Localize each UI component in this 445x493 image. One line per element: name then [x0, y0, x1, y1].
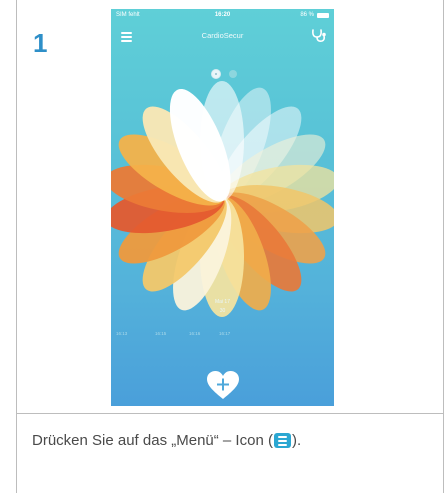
caption-text-after: ). [291, 432, 302, 449]
step-number: 1 [33, 28, 48, 58]
timeline-time[interactable]: 16:13 [116, 331, 127, 336]
menu-icon [273, 433, 291, 448]
caption-text-before: Drücken Sie auf das „Menü“ – Icon ( [32, 432, 273, 449]
date-value: 30 [219, 308, 226, 314]
card-divider [16, 413, 444, 414]
timeline-time[interactable]: 16:15 [155, 331, 166, 336]
timeline-times[interactable]: 16:13 16:15 16:16 16:17 [111, 331, 334, 339]
date-label: Mai 17 [214, 299, 230, 305]
heart-plus-icon[interactable] [206, 370, 240, 400]
timeline-time[interactable]: 16:16 [189, 331, 200, 336]
instruction-caption: Drücken Sie auf das „Menü“ – Icon (). [32, 432, 301, 449]
ecg-flower-chart [111, 80, 334, 318]
timeline-time[interactable]: 16:17 [219, 331, 230, 336]
phone-screenshot: SIM fehlt 16:20 86 % CardioSecur Mai 17 … [111, 9, 334, 406]
